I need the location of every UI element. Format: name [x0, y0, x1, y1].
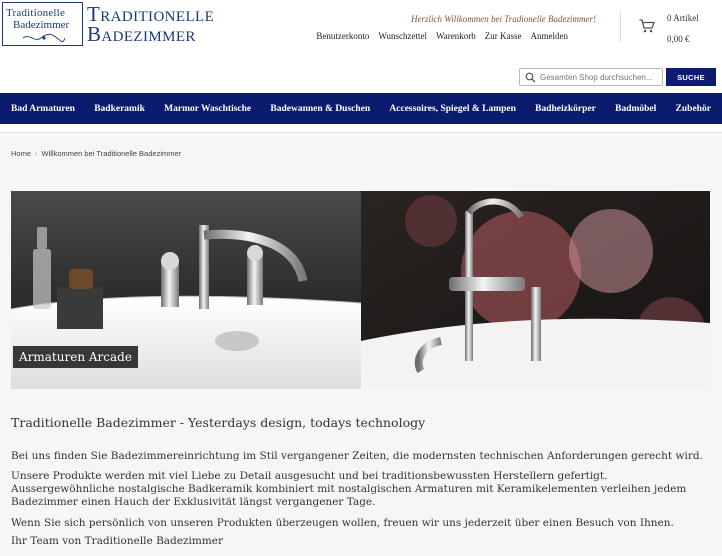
welcome-message: Herzlich Willkommen bei Tradionelle Bade…: [411, 14, 596, 24]
brand-line1: Traditionelle: [87, 2, 215, 26]
search-input[interactable]: [540, 70, 660, 84]
link-account[interactable]: Benutzerkonto: [316, 31, 369, 41]
intro-paragraph-3: Wenn Sie sich persönlich von unseren Pro…: [11, 517, 674, 529]
hero-caption[interactable]: Armaturen Arcade: [13, 346, 138, 368]
brand-wordmark[interactable]: Traditionelle Badezimmer: [87, 2, 215, 46]
logo[interactable]: Traditionelle Badezimmer: [2, 2, 83, 46]
logo-text-line2: Badezimmer: [13, 19, 70, 31]
nav-item-accessoires[interactable]: Accessoires, Spiegel & Lampen: [389, 104, 515, 114]
search-box: [519, 68, 663, 86]
nav-item-badkeramik[interactable]: Badkeramik: [94, 104, 145, 114]
link-checkout[interactable]: Zur Kasse: [485, 31, 522, 41]
logo-text-line1: Traditionelle: [6, 7, 66, 19]
link-login[interactable]: Anmelden: [531, 31, 569, 41]
nav-item-badmoebel[interactable]: Badmöbel: [615, 104, 656, 114]
breadcrumb: Home › Willkommen bei Traditionelle Bade…: [11, 149, 181, 158]
search-icon: [525, 72, 536, 83]
account-links: Benutzerkonto Wunschzettel Warenkorb Zur…: [316, 31, 568, 41]
nav-item-badheizkoerper[interactable]: Badheizkörper: [535, 104, 596, 114]
page-heading: Traditionelle Badezimmer - Yesterdays de…: [11, 415, 426, 430]
main-content: Home › Willkommen bei Traditionelle Bade…: [0, 132, 722, 556]
intro-paragraph-4: Ihr Team von Traditionelle Badezimmer: [11, 535, 224, 547]
cart-divider: [620, 12, 621, 42]
nav-item-marmor-waschtische[interactable]: Marmor Waschtische: [164, 104, 251, 114]
intro-paragraph-1: Bei uns finden Sie Badezimmereinrichtung…: [11, 450, 703, 462]
nav-item-zubehoer[interactable]: Zubehör: [676, 104, 711, 114]
breadcrumb-separator: ›: [35, 149, 38, 158]
main-navigation: Bad Armaturen Badkeramik Marmor Waschtis…: [0, 93, 722, 124]
brand-line2: Badezimmer: [87, 22, 196, 46]
breadcrumb-home[interactable]: Home: [11, 149, 31, 158]
shopping-cart-icon[interactable]: [639, 19, 655, 33]
link-wishlist[interactable]: Wunschzettel: [378, 31, 427, 41]
search-button[interactable]: SUCHE: [666, 68, 716, 86]
link-cart[interactable]: Warenkorb: [436, 31, 476, 41]
breadcrumb-current: Willkommen bei Traditionelle Badezimmer: [41, 149, 182, 158]
intro-paragraph-2: Unsere Produkte werden mit viel Liebe zu…: [11, 470, 687, 508]
cart-total: 0,00 €: [667, 34, 690, 44]
nav-item-bad-armaturen[interactable]: Bad Armaturen: [11, 104, 75, 114]
cart-item-count[interactable]: 0 Artikel: [667, 13, 699, 23]
nav-item-badewannen-duschen[interactable]: Badewannen & Duschen: [270, 104, 370, 114]
ornament-icon: [22, 33, 66, 43]
